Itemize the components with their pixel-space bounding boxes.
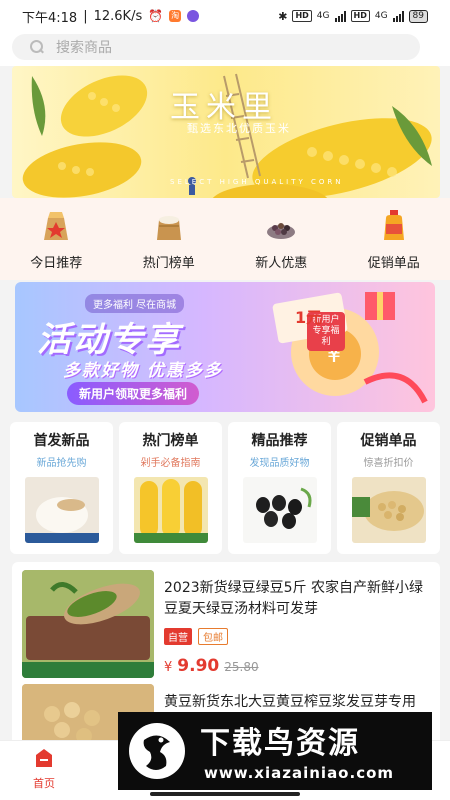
section-title: 精品推荐 [251, 433, 308, 449]
price-currency: ¥ [164, 660, 173, 675]
media-app-icon [187, 10, 200, 22]
category-label: 热门榜单 [142, 256, 195, 271]
section-subtitle: 新品抢先购 [36, 458, 87, 469]
alarm-icon: ⏰ [148, 9, 164, 23]
search-placeholder: 搜索商品 [56, 40, 112, 56]
banner-tagline: SELECT HIGH QUALITY CORN [170, 178, 344, 186]
watermark-title: 下载鸟资源 [200, 726, 360, 761]
search-input[interactable]: 搜索商品 [12, 34, 420, 60]
section-subtitle: 发现品质好物 [249, 458, 310, 469]
status-network-speed: 12.6K/s [93, 8, 143, 24]
hero-banner[interactable]: 玉米里 甄选东北优质玉米 SELECT HIGH QUALITY CORN [12, 66, 440, 198]
category-today-recommend[interactable]: 今日推荐 [0, 198, 113, 280]
section-subtitle: 惊喜折扣价 [363, 458, 414, 469]
corn-image [133, 477, 208, 543]
signal-icon [334, 10, 346, 22]
product-tags: 自营 包邮 [164, 628, 228, 645]
home-icon [36, 749, 52, 767]
tab-home-label: 首页 [33, 777, 55, 790]
battery-indicator: 89 [408, 9, 428, 23]
hd-icon: HD [292, 10, 312, 22]
flour-image [24, 477, 99, 543]
section-cards: 首发新品 新品抢先购 热门榜单 剁手必备指南 精品推荐 发现品质好物 促销单品 … [0, 414, 450, 554]
black-beans-image [242, 477, 317, 543]
promo-top-label: 更多福利 尽在商城 [85, 294, 185, 313]
taobao-app-icon: 淘 [169, 10, 182, 22]
soybeans-image [351, 477, 426, 543]
category-promotion-items[interactable]: 促销单品 [338, 198, 450, 280]
section-title: 热门榜单 [142, 433, 199, 449]
promo-title: 活动专享 [37, 320, 181, 360]
category-hot-list[interactable]: 热门榜单 [113, 198, 226, 280]
search-bar-container: 搜索商品 [0, 32, 450, 66]
status-time: 下午4:18 [22, 10, 78, 26]
banner-subtitle: 甄选东北优质玉米 [187, 122, 291, 135]
section-title: 首发新品 [33, 433, 90, 449]
promo-claim-button[interactable]: 新用户领取更多福利 [67, 382, 200, 405]
hd-icon-2: HD [350, 10, 370, 22]
section-subtitle: 剁手必备指南 [140, 458, 201, 469]
category-nav: 今日推荐 热门榜单 新人优惠 促销单品 [0, 198, 450, 280]
section-title: 促销单品 [360, 433, 417, 449]
network-4g-label: 4G [316, 11, 330, 21]
category-label: 促销单品 [367, 256, 420, 271]
section-card-hot-list[interactable]: 热门榜单 剁手必备指南 [119, 422, 222, 554]
product-item[interactable]: 2023新货绿豆绿豆5斤 农家自产新鲜小绿豆夏天绿豆汤材料可发芽 自营 包邮 ¥… [22, 570, 432, 680]
promo-subtitle: 多款好物 优惠多多 [63, 361, 223, 381]
tab-home[interactable]: 首页 [24, 749, 64, 791]
product-price: ¥ 9.90 25.80 [164, 656, 259, 676]
beans-icon [267, 223, 296, 239]
tag-free-shipping: 包邮 [198, 628, 228, 645]
watermark-overlay: 下载鸟资源 www.xiazainiao.com [118, 712, 432, 790]
status-separator: | [83, 8, 88, 24]
flour-sack-icon [156, 216, 181, 240]
oil-bottle-icon [383, 210, 404, 240]
price-original: 25.80 [224, 660, 259, 674]
home-indicator[interactable] [150, 792, 300, 796]
section-card-new-arrivals[interactable]: 首发新品 新品抢先购 [10, 422, 113, 554]
product-image-mung-beans [22, 570, 154, 678]
promo-banner[interactable]: ¥ 更多福利 尽在商城 活动专享 多款好物 优惠多多 新用户领取更多福利 新用户… [15, 282, 435, 412]
search-icon [30, 40, 44, 54]
product-title: 2023新货绿豆绿豆5斤 农家自产新鲜小绿豆夏天绿豆汤材料可发芽 [164, 580, 423, 617]
category-newcomer-discount[interactable]: 新人优惠 [225, 198, 338, 280]
price-current: 9.90 [177, 656, 220, 676]
tag-self-operated: 自营 [164, 628, 192, 645]
category-label: 新人优惠 [255, 256, 308, 271]
category-label: 今日推荐 [30, 256, 83, 271]
section-card-promotions[interactable]: 促销单品 惊喜折扣价 [337, 422, 440, 554]
section-card-featured[interactable]: 精品推荐 发现品质好物 [228, 422, 331, 554]
status-bar: 下午4:18 | 12.6K/s ⏰ 淘 ✱ HD 4G HD 4G 89 [0, 0, 450, 32]
network-4g-label-2: 4G [374, 11, 388, 21]
rice-sack-icon [44, 212, 69, 240]
promo-coupon-value: 1元 [295, 308, 323, 327]
bluetooth-icon: ✱ [278, 9, 288, 23]
signal-icon-2 [392, 10, 404, 22]
watermark-url: www.xiazainiao.com [204, 764, 395, 782]
bird-logo-icon [129, 723, 185, 779]
